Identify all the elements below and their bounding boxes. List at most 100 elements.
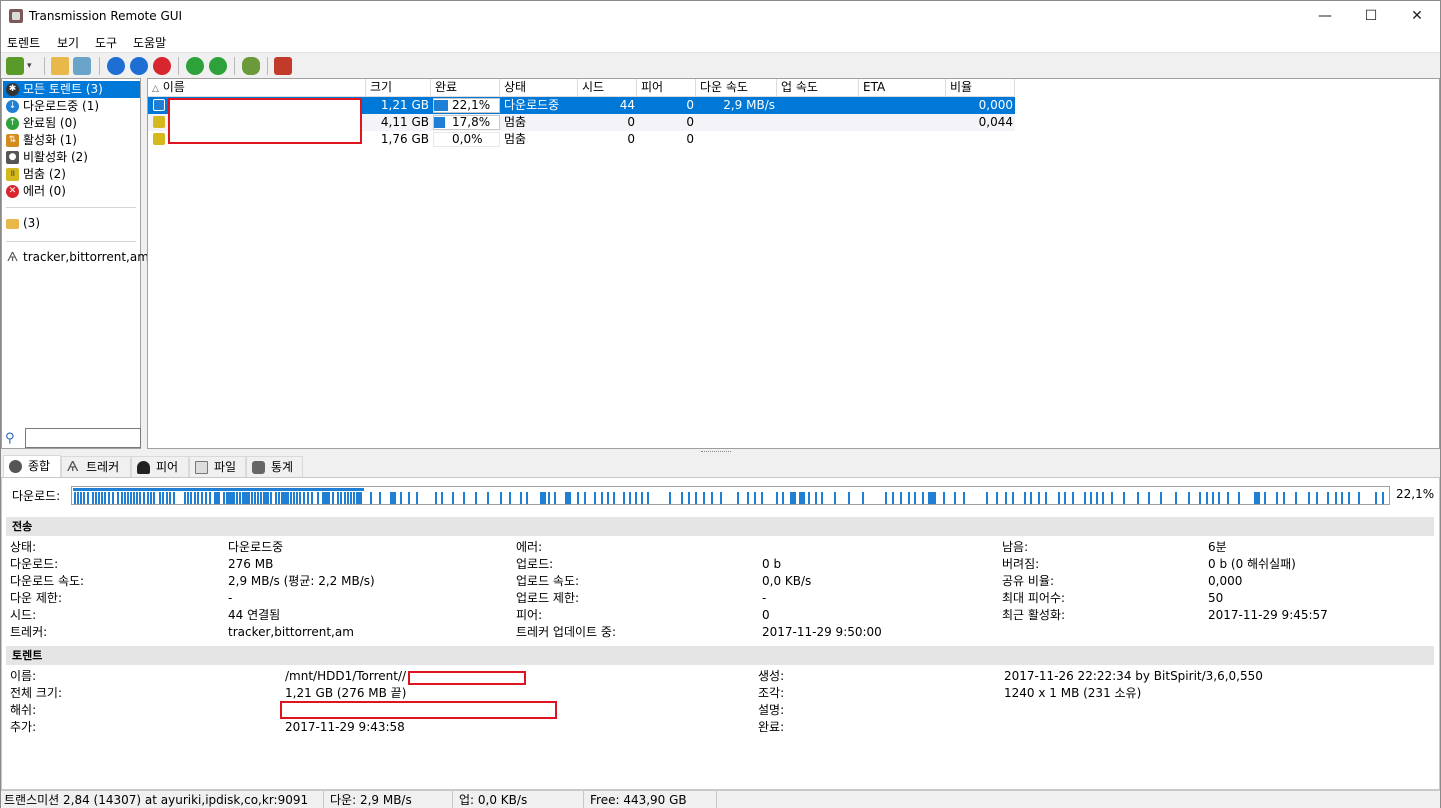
piece-mark	[1160, 492, 1162, 504]
piece-mark	[296, 492, 298, 504]
dropdown-arrow-icon[interactable]: ▾	[27, 57, 37, 75]
piece-mark	[681, 492, 683, 504]
turtle-speed-icon[interactable]	[242, 57, 260, 75]
piece-mark	[217, 492, 219, 504]
open-folder-icon[interactable]	[51, 57, 69, 75]
progress-fill	[434, 117, 445, 128]
piece-mark	[1102, 492, 1104, 504]
tab-general[interactable]: 종합	[3, 455, 61, 478]
piece-mark	[359, 492, 361, 504]
active-icon: ⇅	[6, 134, 19, 147]
download-progress-fill	[73, 488, 364, 491]
col-header-name[interactable]: △ 이름	[148, 79, 366, 97]
start-icon[interactable]	[107, 57, 125, 75]
sidebar-item-label: 다운로드중 (1)	[23, 99, 100, 113]
tab-label: 피어	[156, 460, 179, 474]
piece-mark	[267, 492, 269, 504]
tab-trackers[interactable]: Ѧ 트레커	[61, 456, 131, 478]
piece-mark	[169, 492, 171, 504]
piece-mark	[408, 492, 410, 504]
piece-mark	[150, 492, 152, 504]
piece-mark	[1096, 492, 1098, 504]
col-header-done[interactable]: 완료	[431, 79, 500, 97]
piece-mark	[370, 492, 372, 504]
info-label: 업로드 속도:	[516, 574, 580, 588]
piece-mark	[184, 492, 186, 504]
pause-icon[interactable]	[130, 57, 148, 75]
sidebar-item-paused[interactable]: ॥ 멈춤 (2)	[3, 166, 140, 183]
sidebar-item-folder[interactable]: (3)	[3, 215, 140, 232]
tab-peers[interactable]: 피어	[131, 456, 189, 478]
cell-ratio: 0,044	[978, 115, 1013, 129]
sidebar-item-completed[interactable]: ↑ 완료됨 (0)	[3, 115, 140, 132]
sidebar-divider	[6, 241, 136, 242]
piece-mark	[1137, 492, 1139, 504]
move-up-icon[interactable]	[186, 57, 204, 75]
piece-mark	[344, 492, 346, 504]
piece-mark	[1024, 492, 1026, 504]
menu-view[interactable]: 보기	[57, 34, 79, 51]
piece-mark	[1012, 492, 1014, 504]
search-input[interactable]	[25, 428, 141, 448]
splitter-handle[interactable]	[701, 451, 731, 454]
sidebar-item-tracker[interactable]: Ѧ tracker,bittorrent,am	[3, 249, 149, 266]
col-header-size[interactable]: 크기	[366, 79, 431, 97]
tracker-icon: Ѧ	[7, 250, 18, 264]
sidebar-item-active[interactable]: ⇅ 활성화 (1)	[3, 132, 140, 149]
menu-torrent[interactable]: 토렌트	[7, 34, 40, 51]
detail-tabs: 종합 Ѧ 트레커 피어 파일 통계	[1, 455, 1440, 478]
sidebar-item-inactive[interactable]: ● 비활성화 (2)	[3, 149, 140, 166]
piece-mark	[808, 492, 810, 504]
tab-label: 종합	[28, 459, 51, 473]
piece-mark	[601, 492, 603, 504]
menu-help[interactable]: 도움말	[133, 34, 166, 51]
tracker-icon: Ѧ	[67, 460, 79, 475]
progress-fill	[434, 100, 448, 111]
info-value: -	[228, 591, 233, 605]
col-header-down-speed[interactable]: 다운 속도	[696, 79, 777, 97]
piece-mark	[284, 492, 286, 504]
piece-mark	[688, 492, 690, 504]
add-link-icon[interactable]	[73, 57, 91, 75]
piece-mark	[147, 492, 149, 504]
piece-mark	[1206, 492, 1208, 504]
col-header-up-speed[interactable]: 업 속도	[777, 79, 859, 97]
col-header-peers[interactable]: 피어	[637, 79, 696, 97]
info-icon	[9, 460, 22, 473]
piece-mark	[1188, 492, 1190, 504]
title-bar: Transmission Remote GUI — ☐ ✕	[1, 1, 1440, 32]
downloading-icon	[153, 99, 165, 111]
info-value: 1,21 GB (276 MB 끝)	[285, 686, 407, 700]
sidebar-item-error[interactable]: ✕ 에러 (0)	[3, 183, 140, 200]
maximize-button[interactable]: ☐	[1348, 1, 1394, 32]
sidebar-item-downloading[interactable]: ↓ 다운로드중 (1)	[3, 98, 140, 115]
folder-icon	[6, 219, 19, 229]
tab-files[interactable]: 파일	[189, 456, 246, 478]
close-button[interactable]: ✕	[1394, 1, 1440, 32]
menu-tools[interactable]: 도구	[95, 34, 117, 51]
piece-mark	[347, 492, 349, 504]
piece-mark	[87, 492, 89, 504]
piece-mark	[1295, 492, 1297, 504]
col-header-ratio[interactable]: 비율	[946, 79, 1015, 97]
piece-mark	[754, 492, 756, 504]
status-bar: 트랜스미션 2,84 (14307) at ayuriki,ipdisk,co,…	[1, 790, 1440, 808]
tab-stats[interactable]: 통계	[246, 456, 303, 478]
info-value: 2017-11-29 9:50:00	[762, 625, 882, 639]
col-header-seeds[interactable]: 시드	[578, 79, 637, 97]
piece-mark	[1327, 492, 1329, 504]
settings-wrench-icon[interactable]	[274, 57, 292, 75]
piece-mark	[1045, 492, 1047, 504]
cell-status: 다운로드중	[504, 98, 560, 112]
col-header-eta[interactable]: ETA	[859, 79, 946, 97]
complete-icon: ↑	[6, 117, 19, 130]
stats-icon	[252, 461, 265, 474]
move-down-icon[interactable]	[209, 57, 227, 75]
sidebar-item-all[interactable]: ✱ 모든 토렌트 (3)	[3, 81, 140, 98]
piece-mark	[1030, 492, 1032, 504]
add-torrent-icon[interactable]	[6, 57, 24, 75]
piece-mark	[143, 492, 145, 504]
col-header-status[interactable]: 상태	[500, 79, 578, 97]
minimize-button[interactable]: —	[1302, 1, 1348, 32]
remove-icon[interactable]	[153, 57, 171, 75]
